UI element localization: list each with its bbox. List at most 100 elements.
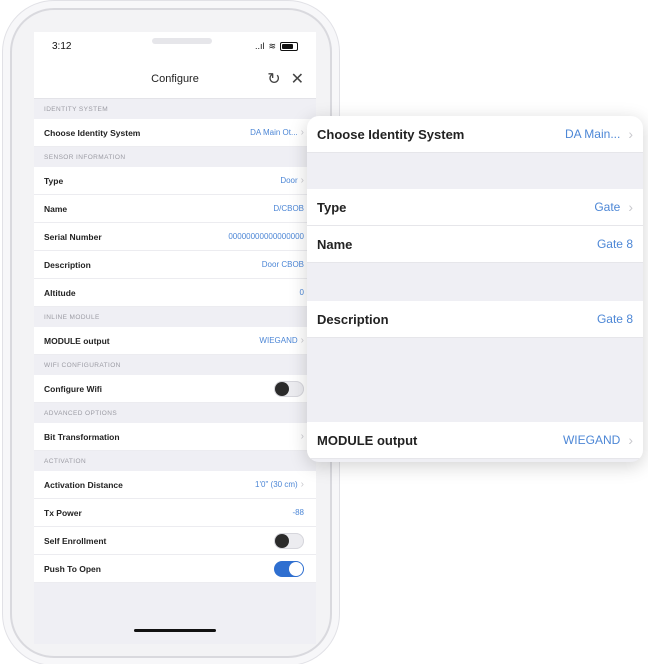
chevron-right-icon: › [300, 335, 304, 346]
row-value: 1'0" (30 cm) › [255, 479, 304, 490]
zoom-section-gap [307, 263, 643, 301]
nav-actions: ↻ ✕ [267, 69, 304, 89]
battery-icon [280, 41, 298, 51]
settings-row[interactable]: Choose Identity System DA Main Ot... › [34, 119, 316, 147]
refresh-icon[interactable]: ↻ [267, 69, 280, 89]
zoom-value: Gate 8 [597, 237, 633, 251]
zoom-value-text: DA Main... [564, 127, 621, 141]
settings-row[interactable]: Activation Distance 1'0" (30 cm) › [34, 471, 316, 499]
row-value-text: -88 [292, 508, 304, 517]
zoom-value: Gate › [594, 199, 633, 215]
row-value: Door CBOB [262, 260, 304, 269]
row-value-text: Door CBOB [261, 260, 304, 269]
row-value: Door › [280, 175, 304, 186]
settings-row[interactable]: MODULE output WIEGAND › [34, 327, 316, 355]
toggle-knob [275, 533, 289, 548]
settings-row[interactable]: Type Door › [34, 167, 316, 195]
close-icon[interactable]: ✕ [291, 69, 304, 89]
row-value-text: WIEGAND [259, 336, 298, 345]
row-value-text: D/CBOB [273, 204, 304, 213]
row-value-text: 00000000000000000 [228, 232, 304, 241]
chevron-right-icon: › [628, 199, 633, 215]
phone-screen: 3:12 ..ıl ≋ Configure ↻ ✕ IDENTITY SYSTE… [34, 32, 316, 644]
zoom-value-text: Gate [594, 200, 621, 214]
zoom-label: Type [317, 199, 347, 215]
settings-row[interactable]: Altitude 0 [34, 279, 316, 307]
settings-row[interactable]: Name D/CBOB [34, 195, 316, 223]
zoom-value-text: Gate 8 [596, 237, 633, 251]
settings-row[interactable]: Push To Open [34, 555, 316, 583]
settings-row[interactable]: Self Enrollment [34, 527, 316, 555]
row-label: Name [44, 203, 68, 214]
zoom-value-text: Gate 8 [596, 312, 633, 326]
chevron-right-icon: › [300, 175, 304, 186]
page-title: Configure [151, 73, 199, 85]
toggle-knob [275, 381, 289, 396]
toggle-switch[interactable] [274, 560, 304, 577]
settings-row[interactable]: Tx Power -88 [34, 499, 316, 527]
row-label: Configure Wifi [44, 383, 102, 394]
row-label: Description [44, 259, 91, 270]
settings-row[interactable]: Serial Number 00000000000000000 [34, 223, 316, 251]
row-value-text: 1'0" (30 cm) [255, 480, 298, 489]
row-value-text: Door [280, 176, 298, 185]
zoom-value-text: WIEGAND [562, 433, 621, 447]
section-header: INLINE MODULE [34, 307, 316, 327]
row-label: Tx Power [44, 507, 82, 518]
settings-list: IDENTITY SYSTEM Choose Identity System DA … [34, 99, 316, 583]
section-header: ACTIVATION [34, 451, 316, 471]
status-icons: ..ıl ≋ [255, 41, 298, 52]
row-value: -88 [292, 508, 304, 517]
chevron-right-icon: › [300, 479, 304, 490]
row-value-text: DA Main Ot... [250, 128, 298, 137]
row-label: MODULE output [44, 335, 110, 346]
row-label: Push To Open [44, 563, 101, 574]
chevron-right-icon: › [300, 127, 304, 138]
row-value: 00000000000000000 [228, 232, 304, 241]
zoom-value: WIEGAND › [563, 432, 633, 448]
zoom-value: DA Main... › [565, 126, 633, 142]
row-label: Bit Transformation [44, 431, 120, 442]
row-value: WIEGAND › [259, 335, 304, 346]
settings-row[interactable]: Bit Transformation › [34, 423, 316, 451]
row-label: Altitude [44, 287, 76, 298]
toggle-knob [289, 561, 303, 576]
phone-frame: 3:12 ..ıl ≋ Configure ↻ ✕ IDENTITY SYSTE… [10, 8, 332, 658]
status-bar: 3:12 ..ıl ≋ [34, 32, 316, 60]
section-header: ADVANCED OPTIONS [34, 403, 316, 423]
zoom-value: Gate 8 [597, 312, 633, 326]
toggle-switch[interactable] [274, 380, 304, 397]
zoom-row-type[interactable]: Type Gate › [307, 189, 643, 226]
row-label: Activation Distance [44, 479, 123, 490]
toggle-switch[interactable] [274, 532, 304, 549]
row-value-text: 0 [299, 288, 304, 297]
zoomed-detail-card: Choose Identity System DA Main... › Type… [307, 116, 643, 462]
row-value: DA Main Ot... › [250, 127, 304, 138]
zoom-label: Name [317, 236, 353, 252]
zoom-label: Choose Identity System [317, 126, 465, 142]
wifi-icon: ≋ [268, 40, 276, 51]
section-header: WIFI CONFIGURATION [34, 355, 316, 375]
zoom-row-description[interactable]: Description Gate 8 [307, 301, 643, 338]
row-label: Type [44, 175, 64, 186]
status-time: 3:12 [52, 40, 72, 52]
row-value: 0 [300, 288, 304, 297]
home-indicator [134, 629, 216, 632]
zoom-row-name[interactable]: Name Gate 8 [307, 226, 643, 263]
chevron-right-icon: › [300, 431, 304, 442]
zoom-row-module-output[interactable]: MODULE output WIEGAND › [307, 422, 643, 459]
settings-row[interactable]: Description Door CBOB [34, 251, 316, 279]
settings-row[interactable]: Configure Wifi [34, 375, 316, 403]
row-label: Serial Number [44, 231, 102, 242]
section-header: SENSOR INFORMATION [34, 147, 316, 167]
chevron-right-icon: › [628, 126, 633, 142]
row-label: Self Enrollment [44, 535, 107, 546]
zoom-section-gap [307, 153, 643, 189]
notch [152, 38, 212, 44]
zoom-label: MODULE output [317, 432, 418, 448]
signal-icon: ..ıl [254, 41, 265, 51]
zoom-row-choose-identity[interactable]: Choose Identity System DA Main... › [307, 116, 643, 153]
section-header: IDENTITY SYSTEM [34, 99, 316, 119]
row-value: › [298, 431, 304, 442]
nav-bar: Configure ↻ ✕ [34, 60, 316, 99]
